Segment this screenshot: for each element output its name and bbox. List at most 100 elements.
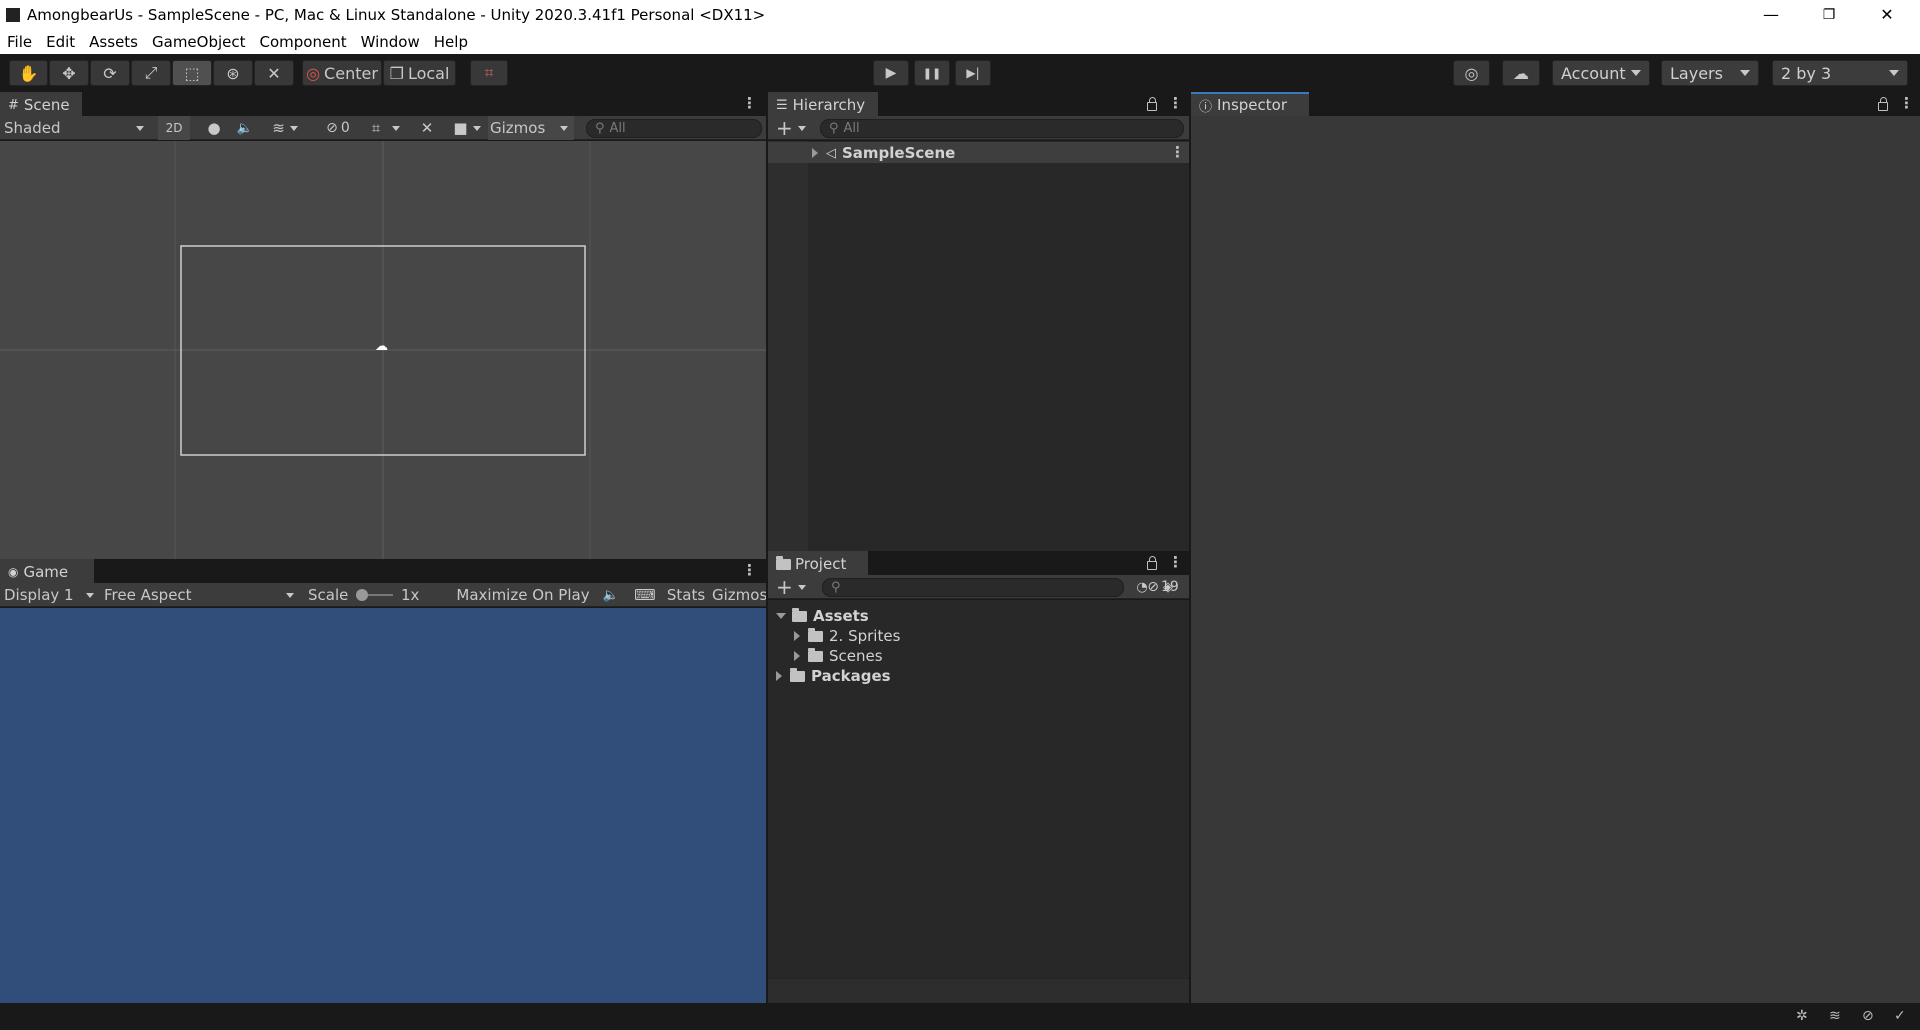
rotate-tool-button[interactable]: ⟳ [90, 60, 130, 86]
window-title-bar: AmongbearUs - SampleScene - PC, Mac & Li… [0, 0, 1920, 29]
hierarchy-search-input[interactable]: ⚲ All [820, 119, 1184, 138]
menu-component[interactable]: Component [253, 33, 354, 51]
scene-view[interactable]: ☁ [0, 141, 766, 559]
hand-icon: ✋ [18, 63, 39, 83]
hierarchy-content: ◁ SampleScene ⋮ [768, 141, 1189, 552]
move-tool-button[interactable]: ✥ [49, 60, 89, 86]
scene-menu-icon[interactable]: ⋮ [742, 94, 757, 112]
lock-icon[interactable] [1147, 556, 1157, 570]
chevron-down-icon [472, 125, 481, 131]
project-hidden-packages-toggle[interactable]: ⊘ 19 [1140, 575, 1186, 599]
layers-dropdown[interactable]: Layers [1661, 60, 1759, 86]
expand-arrow-icon [812, 148, 818, 158]
keyboard-toggle[interactable]: ⌨ [630, 583, 660, 607]
tree-item-scenes[interactable]: Scenes [794, 646, 883, 666]
lock-icon[interactable] [1878, 97, 1888, 111]
tab-inspector[interactable]: ⓘ Inspector [1191, 92, 1309, 116]
scene-item-menu-icon[interactable]: ⋮ [1170, 143, 1185, 161]
project-tab-label: Project [795, 555, 847, 573]
hierarchy-search-placeholder: All [843, 121, 860, 136]
game-tabbar: ◉ Game ⋮ [0, 559, 766, 583]
tree-item-assets[interactable]: Assets [776, 606, 869, 626]
custom-tool-button[interactable]: ✕ [254, 60, 294, 86]
inspector-content [1191, 116, 1920, 1003]
menu-edit[interactable]: Edit [39, 33, 82, 51]
tab-scene[interactable]: # Scene [0, 92, 82, 116]
pause-button[interactable]: ❚❚ [914, 60, 950, 86]
network-icon[interactable]: ⊘ [1862, 1008, 1874, 1024]
plus-icon: + [776, 575, 793, 599]
scene-visibility-toggle[interactable]: ⊘ 0 [318, 116, 358, 140]
project-create-button[interactable]: + [776, 575, 810, 599]
hierarchy-menu-icon[interactable]: ⋮ [1168, 94, 1183, 112]
close-button[interactable]: ✕ [1858, 0, 1916, 29]
2d-mode-button[interactable]: 2D [158, 116, 190, 140]
transform-tool-button[interactable]: ⊛ [213, 60, 253, 86]
inspector-menu-icon[interactable]: ⋮ [1899, 94, 1914, 112]
tree-item-packages[interactable]: Packages [776, 666, 891, 686]
cache-icon[interactable]: ≋ [1829, 1008, 1841, 1024]
gizmos-dropdown[interactable]: Gizmos [488, 116, 574, 140]
hierarchy-create-button[interactable]: + [776, 116, 810, 140]
progress-check-icon[interactable]: ✓ [1894, 1008, 1906, 1024]
game-gizmos-toggle[interactable]: Gizmos [712, 583, 766, 607]
restore-button[interactable]: ❐ [1800, 0, 1858, 29]
cloud-button[interactable]: ☁ [1502, 60, 1540, 86]
menu-window[interactable]: Window [354, 33, 427, 51]
menu-assets[interactable]: Assets [82, 33, 145, 51]
account-dropdown[interactable]: Account [1552, 60, 1650, 86]
tab-project[interactable]: Project [768, 551, 868, 575]
scale-tool-button[interactable]: ⤢ [131, 60, 171, 86]
camera-dropdown[interactable]: ■ [447, 116, 487, 140]
grid-dropdown[interactable]: ⌗ [363, 116, 409, 140]
menu-help[interactable]: Help [427, 33, 475, 51]
splitter-left[interactable] [766, 92, 768, 1003]
grid-snap-button[interactable]: ⌗ [470, 60, 508, 86]
layout-dropdown[interactable]: 2 by 3 [1772, 60, 1908, 86]
tab-game[interactable]: ◉ Game [0, 559, 94, 583]
tab-hierarchy[interactable]: ☰ Hierarchy [768, 92, 878, 116]
hand-tool-button[interactable]: ✋ [9, 60, 48, 86]
game-menu-icon[interactable]: ⋮ [742, 561, 757, 579]
scale-slider-handle[interactable] [356, 589, 368, 601]
menu-bar: File Edit Assets GameObject Component Wi… [0, 29, 1920, 54]
project-hidden-count: 19 [1160, 579, 1179, 595]
gizmos-label: Gizmos [490, 119, 546, 137]
effects-dropdown[interactable]: ≋ [263, 116, 307, 140]
camera-gizmo-icon[interactable]: ☁ [375, 340, 391, 353]
game-view[interactable] [0, 608, 766, 1003]
menu-file[interactable]: File [0, 33, 39, 51]
display-dropdown[interactable]: Display 1 [4, 583, 96, 607]
collab-button[interactable]: ◎ [1453, 60, 1490, 86]
step-icon: ▶| [966, 66, 980, 80]
status-bar: ✲ ≋ ⊘ ✓ [0, 1003, 1920, 1030]
rect-tool-button[interactable]: ⬚ [172, 60, 212, 86]
menu-gameobject[interactable]: GameObject [145, 33, 253, 51]
aspect-dropdown[interactable]: Free Aspect [104, 583, 298, 607]
mute-audio-toggle[interactable]: 🔈 [598, 583, 624, 607]
tree-item-sprites[interactable]: 2. Sprites [794, 626, 900, 646]
rect-icon: ⬚ [184, 63, 200, 83]
splitter-right[interactable] [1189, 92, 1191, 1003]
scene-tools-button[interactable]: ✕ [416, 116, 438, 140]
lock-icon[interactable] [1147, 97, 1157, 111]
hierarchy-scene-item[interactable]: ◁ SampleScene [812, 143, 955, 163]
sprites-label: 2. Sprites [829, 627, 901, 645]
scene-search-input[interactable]: ⚲ All [586, 119, 762, 138]
chevron-down-icon [289, 125, 298, 131]
step-button[interactable]: ▶| [955, 60, 991, 86]
play-button[interactable]: ▶ [873, 60, 909, 86]
search-by-type-button[interactable] [1076, 575, 1098, 599]
shading-mode-dropdown[interactable]: Shaded [4, 116, 148, 140]
folder-open-icon [792, 607, 807, 622]
pivot-rotation-button[interactable]: ❒ Local [383, 60, 456, 86]
chevron-down-icon [1740, 70, 1750, 76]
project-menu-icon[interactable]: ⋮ [1168, 553, 1183, 571]
minimize-button[interactable]: — [1742, 0, 1800, 29]
stats-toggle[interactable]: Stats [664, 583, 708, 607]
audio-toggle[interactable]: 🔈 [233, 116, 257, 140]
pivot-mode-button[interactable]: ◎ Center [302, 60, 382, 86]
lighting-toggle[interactable]: ● [202, 116, 226, 140]
debug-icon[interactable]: ✲ [1796, 1008, 1808, 1024]
maximize-on-play-toggle[interactable]: Maximize On Play [454, 583, 592, 607]
